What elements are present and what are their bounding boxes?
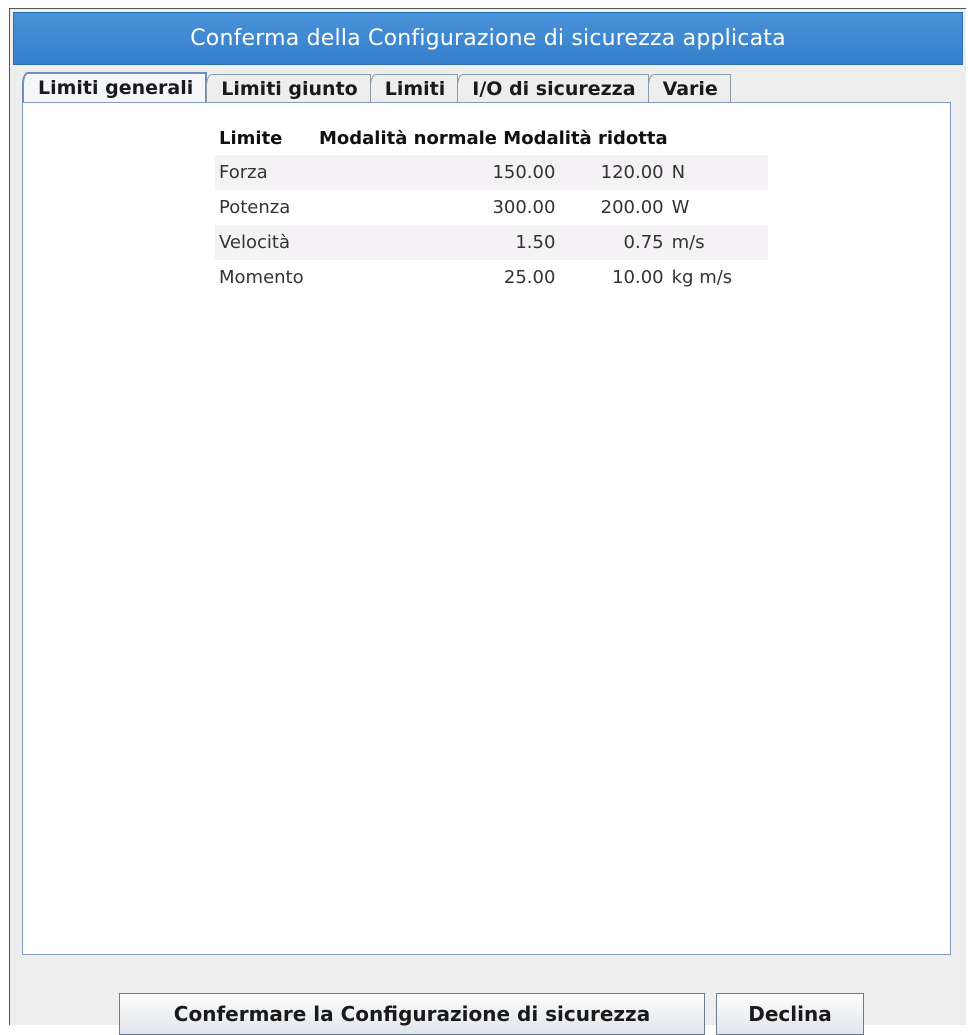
normal-value: 1.50	[319, 225, 560, 260]
normal-value: 300.00	[492, 197, 556, 218]
limits-table: Limite Modalità normale Modalità ridotta…	[215, 121, 768, 295]
tab-bar: Limiti generali Limiti giunto Limiti I/O…	[22, 72, 731, 102]
header-unit-spacer	[668, 121, 768, 155]
reduced-value: 10.00	[612, 267, 664, 288]
reduced-value: 120.00	[559, 155, 668, 190]
table-row: Velocità 1.50 0.75 m/s	[215, 225, 768, 260]
limit-name: Momento	[219, 267, 304, 288]
header-modes: Modalità normale Modalità ridotta	[319, 121, 668, 155]
reduced-value: 200.00	[600, 197, 664, 218]
tab-limiti[interactable]: Limiti	[369, 74, 459, 102]
limit-name: Velocità	[215, 225, 319, 260]
tab-limiti-generali[interactable]: Limiti generali	[22, 72, 208, 102]
tab-content-panel: Limite Modalità normale Modalità ridotta…	[22, 102, 951, 955]
header-limit: Limite	[219, 127, 283, 149]
unit: m/s	[667, 225, 768, 260]
decline-button[interactable]: Declina	[716, 993, 864, 1035]
unit: N	[667, 155, 768, 190]
tab-io-sicurezza[interactable]: I/O di sicurezza	[457, 74, 649, 102]
table-row: Potenza 300.00 200.00 W	[215, 190, 768, 225]
header-normal-mode: Modalità normale	[319, 127, 498, 149]
reduced-value: 0.75	[559, 225, 668, 260]
dialog-title: Conferma della Configurazione di sicurez…	[13, 12, 963, 65]
table-header-row: Limite Modalità normale Modalità ridotta	[215, 121, 768, 155]
normal-value: 150.00	[319, 155, 560, 190]
confirm-safety-button[interactable]: Confermare la Configurazione di sicurezz…	[119, 993, 705, 1035]
header-reduced-mode: Modalità ridotta	[503, 127, 668, 149]
tab-limiti-giunto[interactable]: Limiti giunto	[206, 74, 371, 102]
unit: W	[671, 197, 690, 218]
limit-name: Potenza	[219, 197, 291, 218]
tab-varie[interactable]: Varie	[647, 74, 731, 102]
table-row: Momento 25.00 10.00 kg m/s	[215, 260, 768, 295]
normal-value: 25.00	[503, 267, 556, 288]
table-row: Forza 150.00 120.00 N	[215, 155, 768, 190]
unit: kg m/s	[671, 267, 733, 288]
limit-name: Forza	[215, 155, 319, 190]
